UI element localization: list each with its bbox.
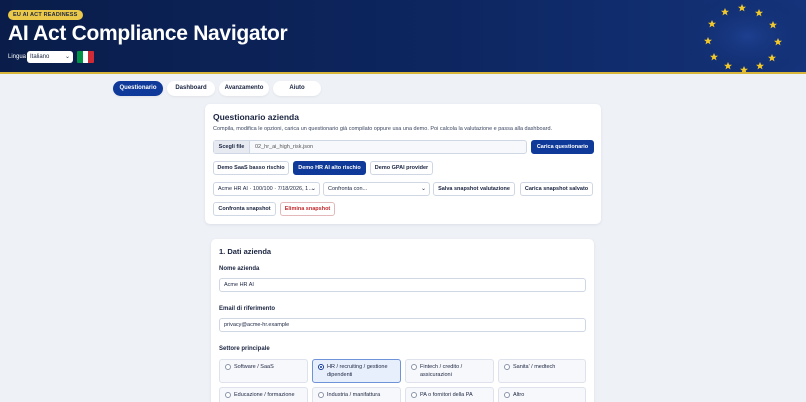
sector-option-fintech[interactable]: Fintech / credito / assicurazioni [405,359,494,383]
chevron-down-icon: ⌄ [420,186,426,192]
choose-file-button[interactable]: Scegli file [214,141,250,153]
compare-select-value: Confronta con... [328,186,368,192]
language-select-value: Italiano [30,54,50,60]
sector-option-label: Industria / manifattura [327,392,381,398]
sector-option-label: Altro [513,392,525,398]
sector-option-label: HR / recruiting / gestione dipendenti [327,364,388,378]
company-section-title: 1. Dati azienda [219,247,272,256]
snapshot-select-value: Acme HR AI · 100/100 · 7/18/2026, 1… [218,186,314,192]
file-picker[interactable]: Scegli file 02_hr_ai_high_risk.json [213,140,527,154]
questionnaire-title: Questionario azienda [213,112,299,122]
questionnaire-card: Questionario azienda Compila, modifica l… [205,104,601,224]
readiness-badge: EU AI ACT READINESS [8,10,83,20]
sector-option-industry[interactable]: Industria / manifattura [312,387,401,402]
radio-selected-icon [318,364,324,370]
company-name-label: Nome azienda [219,266,260,272]
app-header: EU AI ACT READINESS AI Act Compliance Na… [0,0,806,73]
sector-label: Settore principale [219,346,270,352]
questionnaire-description: Compila, modifica le opzioni, carica un … [213,126,553,132]
tab-aiuto[interactable]: Aiuto [273,81,321,96]
radio-icon [504,392,510,398]
sector-option-hr[interactable]: HR / recruiting / gestione dipendenti [312,359,401,383]
italy-flag-icon [77,51,94,63]
radio-icon [411,364,417,370]
load-questionnaire-button[interactable]: Carica questionario [531,140,594,154]
chevron-down-icon: ⌄ [64,54,70,60]
delete-snapshot-button[interactable]: Elimina snapshot [280,202,335,216]
tab-dashboard[interactable]: Dashboard [167,81,215,96]
company-name-input[interactable]: Acme HR AI [219,278,586,292]
app-title: AI Act Compliance Navigator [8,22,288,45]
radio-icon [318,392,324,398]
file-name: 02_hr_ai_high_risk.json [255,144,314,150]
radio-icon [225,364,231,370]
tab-avanzamento[interactable]: Avanzamento [219,81,269,96]
demo-gpai-provider-button[interactable]: Demo GPAI provider [370,161,433,175]
demo-hr-high-risk-button[interactable]: Demo HR AI alto rischio [293,161,366,175]
radio-icon [411,392,417,398]
sector-option-label: Software / SaaS [234,364,274,370]
compare-snapshot-button[interactable]: Confronta snapshot [213,202,276,216]
snapshot-select[interactable]: Acme HR AI · 100/100 · 7/18/2026, 1… ⌄ [213,182,320,196]
language-select[interactable]: Italiano ⌄ [27,51,73,63]
company-data-card: 1. Dati azienda Nome azienda Acme HR AI … [211,239,594,402]
email-input[interactable]: privacy@acme-hr.example [219,318,586,332]
chevron-down-icon: ⌄ [310,186,316,192]
load-snapshot-button[interactable]: Carica snapshot salvato [520,182,593,196]
sector-option-label: Fintech / credito / assicurazioni [420,364,463,378]
sector-option-software[interactable]: Software / SaaS [219,359,308,383]
language-label: Lingua [8,54,27,60]
sector-option-label: Sanita' / medtech [513,364,556,370]
email-label: Email di riferimento [219,306,276,312]
sector-option-label: PA o fornitori della PA [420,392,473,398]
eu-stars-icon [690,0,806,73]
sector-option-label: Educazione / formazione [234,392,295,398]
compare-select[interactable]: Confronta con... ⌄ [323,182,430,196]
main-tabs: Questionario Dashboard Avanzamento Aiuto [113,81,321,96]
tab-questionario[interactable]: Questionario [113,81,163,96]
header-divider [0,72,806,74]
sector-option-pa[interactable]: PA o fornitori della PA [405,387,494,402]
sector-option-education[interactable]: Educazione / formazione [219,387,308,402]
save-snapshot-button[interactable]: Salva snapshot valutazione [433,182,515,196]
sector-option-other[interactable]: Altro [498,387,586,402]
sector-option-health[interactable]: Sanita' / medtech [498,359,586,383]
radio-icon [504,364,510,370]
demo-saas-low-risk-button[interactable]: Demo SaaS basso rischio [213,161,289,175]
radio-icon [225,392,231,398]
